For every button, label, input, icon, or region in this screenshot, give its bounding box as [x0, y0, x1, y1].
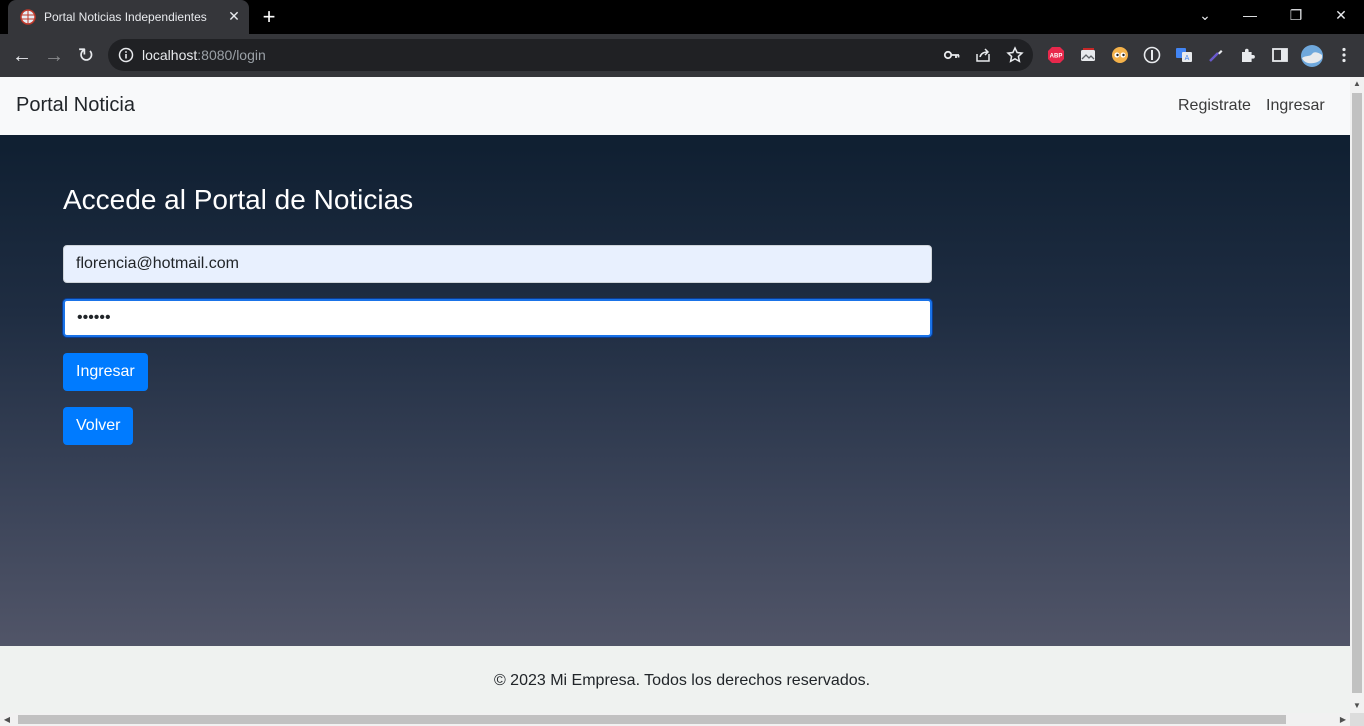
puzzle-icon[interactable]: [1239, 46, 1257, 64]
scroll-down-arrow-icon[interactable]: ▼: [1350, 699, 1364, 713]
url-text[interactable]: localhost:8080/login: [142, 47, 266, 63]
nav-link-registrate[interactable]: Registrate: [1178, 97, 1251, 115]
svg-text:A: A: [1185, 55, 1190, 62]
address-bar[interactable]: localhost:8080/login: [108, 39, 1033, 71]
vertical-scroll-thumb[interactable]: [1352, 93, 1362, 693]
scroll-right-arrow-icon[interactable]: ▶: [1336, 713, 1350, 726]
profile-avatar[interactable]: [1300, 44, 1324, 68]
tab-close-icon[interactable]: ✕: [226, 8, 242, 24]
abp-icon[interactable]: ABP: [1047, 46, 1065, 64]
close-window-button[interactable]: ✕: [1318, 0, 1364, 30]
key-icon[interactable]: [943, 46, 961, 64]
horizontal-scrollbar[interactable]: ◀ ▶: [0, 713, 1350, 726]
bookmark-star-icon[interactable]: [1006, 46, 1024, 64]
scroll-up-arrow-icon[interactable]: ▲: [1350, 77, 1364, 91]
site-footer: © 2023 Mi Empresa. Todos los derechos re…: [0, 646, 1350, 713]
site-info-icon[interactable]: [118, 47, 134, 63]
brand-link[interactable]: Portal Noticia: [16, 94, 135, 117]
login-section: Accede al Portal de Noticias Ingresar Vo…: [0, 135, 1350, 646]
ingresar-button[interactable]: Ingresar: [63, 353, 148, 391]
restore-button[interactable]: ❐: [1273, 0, 1319, 30]
browser-tab[interactable]: Portal Noticias Independientes ✕: [8, 0, 249, 34]
privacy-icon[interactable]: [1143, 46, 1161, 64]
minimize-button[interactable]: —: [1227, 0, 1273, 30]
scroll-left-arrow-icon[interactable]: ◀: [0, 713, 14, 726]
share-icon[interactable]: [974, 46, 992, 64]
url-host: localhost: [142, 47, 198, 63]
scrollbar-corner: [1350, 713, 1364, 726]
vertical-scrollbar[interactable]: ▲ ▼: [1350, 77, 1364, 713]
reload-button[interactable]: ↻: [73, 43, 99, 69]
sidepanel-icon[interactable]: [1271, 46, 1289, 64]
svg-text:ABP: ABP: [1050, 54, 1063, 60]
new-tab-button[interactable]: +: [259, 6, 279, 28]
login-heading: Accede al Portal de Noticias: [63, 184, 414, 215]
nav-link-ingresar[interactable]: Ingresar: [1266, 97, 1325, 115]
kebab-menu-icon[interactable]: [1335, 46, 1353, 64]
tab-title: Portal Noticias Independientes: [44, 10, 207, 24]
browser-toolbar: ← → ↻ localhost:8080/login ABP A: [0, 34, 1364, 77]
back-button[interactable]: ←: [9, 43, 35, 69]
email-field[interactable]: [63, 245, 932, 283]
translate-icon[interactable]: A: [1175, 46, 1193, 64]
url-path: :8080/login: [197, 47, 266, 63]
forward-button[interactable]: →: [41, 43, 67, 69]
globe-favicon-icon: [20, 9, 36, 25]
horizontal-scroll-thumb[interactable]: [18, 715, 1286, 724]
tab-strip: Portal Noticias Independientes ✕ + ⌄ — ❐…: [0, 0, 1364, 34]
page-viewport: Portal Noticia Registrate Ingresar Acced…: [0, 77, 1350, 713]
tab-search-button[interactable]: ⌄: [1182, 0, 1228, 30]
eyedropper-icon[interactable]: [1207, 46, 1225, 64]
volver-button[interactable]: Volver: [63, 407, 134, 445]
password-field[interactable]: [63, 299, 932, 337]
footer-copyright: © 2023 Mi Empresa. Todos los derechos re…: [493, 672, 871, 689]
eyes-icon[interactable]: [1111, 46, 1129, 64]
site-navbar: Portal Noticia Registrate Ingresar: [0, 77, 1350, 135]
gallery-icon[interactable]: [1079, 46, 1097, 64]
